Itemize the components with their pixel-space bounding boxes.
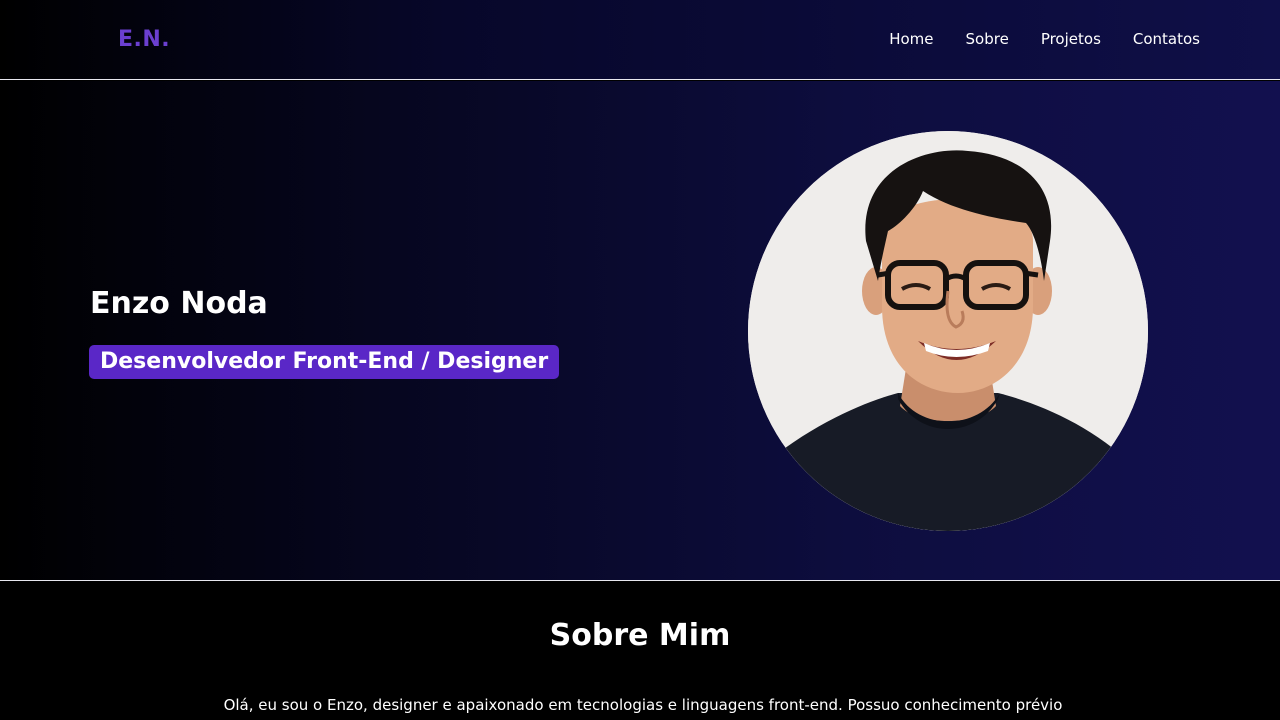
nav-link-contatos[interactable]: Contatos	[1133, 30, 1200, 48]
about-text: Olá, eu sou o Enzo, designer e apaixonad…	[223, 696, 1063, 714]
logo[interactable]: E.N.	[118, 27, 170, 52]
navbar: E.N. Home Sobre Projetos Contatos	[0, 0, 1280, 80]
nav-link-sobre[interactable]: Sobre	[966, 30, 1009, 48]
about-title: Sobre Mim	[549, 618, 731, 653]
nav-link-projetos[interactable]: Projetos	[1041, 30, 1101, 48]
hero-section: Enzo Noda Desenvolvedor Front-End / Desi…	[0, 81, 1280, 581]
nav-links: Home Sobre Projetos Contatos	[857, 30, 1200, 48]
profile-photo-illustration	[748, 131, 1148, 531]
nav-link-home[interactable]: Home	[889, 30, 933, 48]
hero-name: Enzo Noda	[90, 286, 268, 321]
hero-role-badge: Desenvolvedor Front-End / Designer	[89, 345, 560, 379]
profile-photo	[748, 131, 1148, 531]
about-section: Sobre Mim Olá, eu sou o Enzo, designer e…	[0, 582, 1280, 720]
